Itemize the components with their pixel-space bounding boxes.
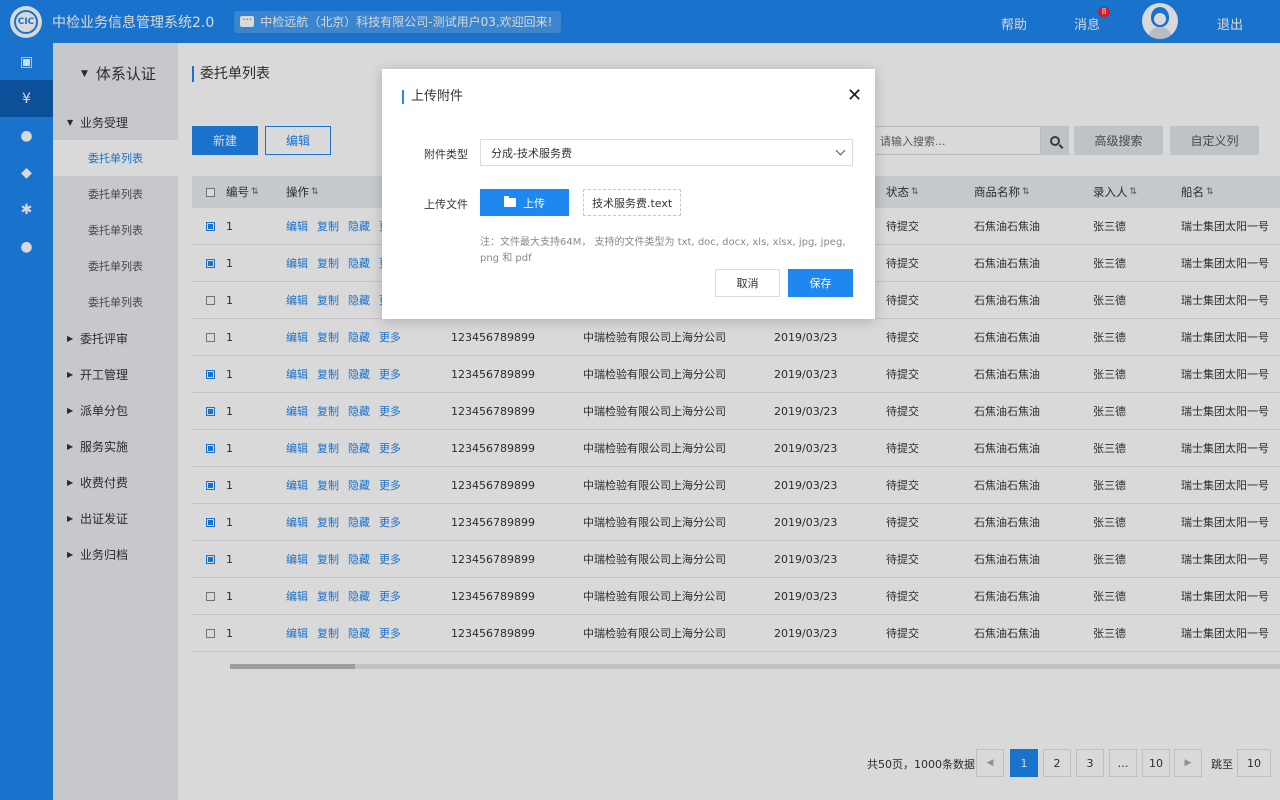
upload-file-label: 上传文件	[424, 198, 468, 211]
uploaded-file-chip[interactable]: 技术服务费.text	[583, 189, 682, 216]
upload-attachment-dialog: 上传附件 ✕ 附件类型 分成-技术服务费 上传文件 上传 技术服务费.text …	[382, 69, 875, 319]
close-icon[interactable]: ✕	[847, 87, 862, 105]
attachment-type-select[interactable]: 分成-技术服务费	[480, 139, 853, 166]
upload-note: 注：文件最大支持64M， 支持的文件类型为 txt, doc, docx, xl…	[480, 237, 846, 264]
upload-button-label: 上传	[523, 196, 545, 210]
attachment-type-label: 附件类型	[424, 148, 468, 161]
attachment-type-value: 分成-技术服务费	[491, 146, 572, 160]
save-button[interactable]: 保存	[788, 269, 853, 297]
chevron-down-icon	[835, 145, 846, 156]
dialog-title: 上传附件	[402, 90, 463, 104]
cancel-button[interactable]: 取消	[715, 269, 780, 297]
folder-upload-icon	[504, 196, 516, 207]
upload-button[interactable]: 上传	[480, 189, 569, 216]
